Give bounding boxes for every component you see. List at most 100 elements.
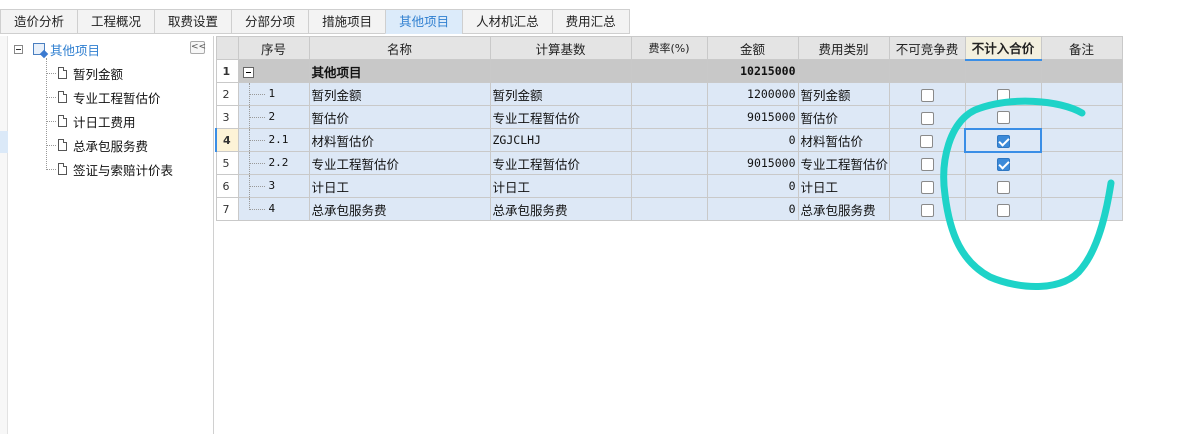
non-competitive-cell[interactable] [888, 105, 966, 129]
category-cell[interactable]: 计日工 [797, 174, 890, 198]
header-basis[interactable]: 计算基数 [489, 36, 632, 60]
seq-cell[interactable]: 2.1 [237, 128, 310, 152]
exclude-total-checkbox[interactable] [996, 180, 1010, 194]
category-cell[interactable]: 暂估价 [797, 105, 890, 129]
tab-other-items[interactable]: 其他项目 [385, 9, 463, 34]
non-competitive-cell[interactable] [888, 174, 966, 198]
remark-cell[interactable] [1040, 128, 1123, 152]
non-competitive-cell[interactable] [888, 82, 966, 106]
exclude-total-checkbox[interactable] [996, 134, 1010, 148]
exclude-total-cell[interactable] [964, 151, 1042, 175]
remark-cell[interactable] [1040, 174, 1123, 198]
tree-item-specialist-estimate[interactable]: 专业工程暂估价 [46, 88, 161, 106]
tree-item-claims-table[interactable]: 签证与索赔计价表 [46, 160, 173, 178]
remark-cell[interactable] [1040, 82, 1123, 106]
name-cell[interactable]: 暂列金额 [308, 82, 491, 106]
basis-cell[interactable]: 计日工 [489, 174, 632, 198]
basis-cell[interactable]: 总承包服务费 [489, 197, 632, 221]
seq-cell[interactable] [237, 59, 310, 83]
basis-cell[interactable] [489, 59, 632, 83]
non-competitive-checkbox[interactable] [920, 157, 934, 171]
name-cell[interactable]: 专业工程暂估价 [308, 151, 491, 175]
summary-row[interactable]: 1 其他项目 10215000 [215, 59, 1123, 83]
amount-cell[interactable]: 1200000 [706, 82, 799, 106]
table-row[interactable]: 3 2 暂估价 专业工程暂估价 9015000 暂估价 [215, 105, 1123, 129]
exclude-total-cell[interactable] [964, 82, 1042, 106]
exclude-total-checkbox[interactable] [996, 88, 1010, 102]
non-competitive-cell[interactable] [888, 59, 966, 83]
rate-cell[interactable] [630, 151, 708, 175]
non-competitive-checkbox[interactable] [920, 180, 934, 194]
rate-cell[interactable] [630, 128, 708, 152]
exclude-total-cell[interactable] [964, 127, 1042, 153]
basis-cell[interactable]: 专业工程暂估价 [489, 105, 632, 129]
rate-cell[interactable] [630, 197, 708, 221]
rate-cell[interactable] [630, 59, 708, 83]
header-category[interactable]: 费用类别 [797, 36, 890, 60]
exclude-total-cell[interactable] [964, 105, 1042, 129]
tab-labor-material-summary[interactable]: 人材机汇总 [462, 9, 552, 34]
header-exclude-total[interactable]: 不计入合价 [964, 36, 1042, 61]
remark-cell[interactable] [1040, 197, 1123, 221]
name-cell[interactable]: 其他项目 [308, 59, 491, 83]
tab-measures[interactable]: 措施项目 [308, 9, 386, 34]
amount-cell[interactable]: 9015000 [706, 105, 799, 129]
amount-cell[interactable]: 0 [706, 197, 799, 221]
collapse-row-icon[interactable] [242, 66, 254, 78]
rate-cell[interactable] [630, 82, 708, 106]
tab-fee-summary[interactable]: 费用汇总 [551, 9, 630, 34]
name-cell[interactable]: 材料暂估价 [308, 128, 491, 152]
header-remark[interactable]: 备注 [1040, 36, 1123, 60]
seq-cell[interactable]: 2.2 [237, 151, 310, 175]
basis-cell[interactable]: ZGJCLHJ [489, 128, 632, 152]
header-seq[interactable]: 序号 [237, 36, 310, 60]
collapse-node-icon[interactable] [14, 44, 23, 54]
exclude-total-checkbox[interactable] [996, 203, 1010, 217]
tree-item-provisional-sum[interactable]: 暂列金额 [46, 64, 123, 82]
header-amount[interactable]: 金额 [706, 36, 799, 60]
remark-cell[interactable] [1040, 105, 1123, 129]
amount-cell[interactable]: 9015000 [706, 151, 799, 175]
tab-sub-items[interactable]: 分部分项 [231, 9, 309, 34]
name-cell[interactable]: 暂估价 [308, 105, 491, 129]
basis-cell[interactable]: 暂列金额 [489, 82, 632, 106]
name-cell[interactable]: 计日工 [308, 174, 491, 198]
header-name[interactable]: 名称 [308, 36, 491, 60]
tab-project-overview[interactable]: 工程概况 [77, 9, 155, 34]
non-competitive-checkbox[interactable] [920, 111, 934, 125]
collapse-panel-button[interactable]: << [190, 41, 206, 54]
non-competitive-checkbox[interactable] [920, 203, 934, 217]
table-row[interactable]: 4 2.1 材料暂估价 ZGJCLHJ 0 材料暂估价 [215, 127, 1123, 153]
rate-cell[interactable] [630, 174, 708, 198]
non-competitive-checkbox[interactable] [920, 134, 934, 148]
category-cell[interactable] [797, 59, 890, 83]
tree-item-daywork[interactable]: 计日工费用 [46, 112, 136, 130]
category-cell[interactable]: 暂列金额 [797, 82, 890, 106]
table-row[interactable]: 6 3 计日工 计日工 0 计日工 [215, 174, 1123, 198]
non-competitive-cell[interactable] [888, 128, 966, 152]
table-row[interactable]: 5 2.2 专业工程暂估价 专业工程暂估价 9015000 专业工程暂估价 [215, 151, 1123, 175]
remark-cell[interactable] [1040, 59, 1123, 83]
exclude-total-cell[interactable] [964, 174, 1042, 198]
exclude-total-cell[interactable] [964, 59, 1042, 83]
table-row[interactable]: 2 1 暂列金额 暂列金额 1200000 暂列金额 [215, 82, 1123, 106]
header-rate[interactable]: 费率(%) [630, 36, 708, 60]
seq-cell[interactable]: 2 [237, 105, 310, 129]
seq-cell[interactable]: 4 [237, 197, 310, 221]
amount-cell[interactable]: 10215000 [706, 59, 799, 83]
rate-cell[interactable] [630, 105, 708, 129]
name-cell[interactable]: 总承包服务费 [308, 197, 491, 221]
seq-cell[interactable]: 3 [237, 174, 310, 198]
category-cell[interactable]: 总承包服务费 [797, 197, 890, 221]
exclude-total-checkbox[interactable] [996, 157, 1010, 171]
exclude-total-checkbox[interactable] [996, 111, 1010, 125]
exclude-total-cell[interactable] [964, 197, 1042, 221]
tab-cost-analysis[interactable]: 造价分析 [0, 9, 78, 34]
non-competitive-cell[interactable] [888, 197, 966, 221]
tree-root-node[interactable]: 其他项目 [14, 40, 100, 58]
category-cell[interactable]: 材料暂估价 [797, 128, 890, 152]
seq-cell[interactable]: 1 [237, 82, 310, 106]
table-row[interactable]: 7 4 总承包服务费 总承包服务费 0 总承包服务费 [215, 197, 1123, 221]
tab-fee-settings[interactable]: 取费设置 [154, 9, 232, 34]
non-competitive-cell[interactable] [888, 151, 966, 175]
